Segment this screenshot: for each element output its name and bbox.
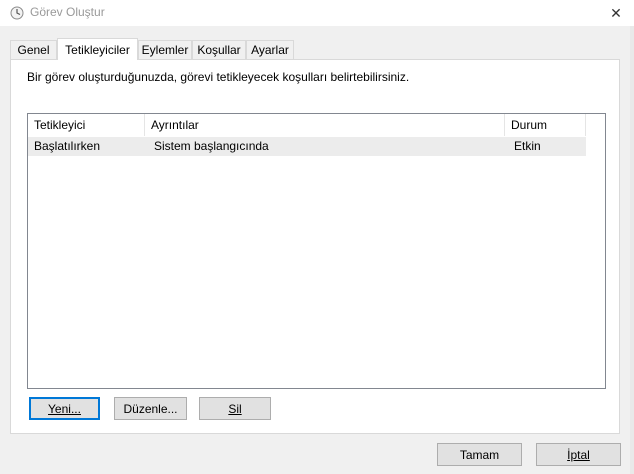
tab-triggers[interactable]: Tetikleyiciler xyxy=(57,38,138,60)
cell-details: Sistem başlangıcında xyxy=(154,139,269,153)
new-button-label: Yeni... xyxy=(48,401,81,416)
table-row[interactable]: Başlatılırken Sistem başlangıcında Etkin xyxy=(28,137,586,156)
tab-general[interactable]: Genel xyxy=(10,40,57,59)
list-header: Tetikleyici Ayrıntılar Durum xyxy=(28,114,586,136)
cancel-button[interactable]: İptal xyxy=(536,443,621,466)
cancel-button-label: İptal xyxy=(567,447,590,462)
edit-button[interactable]: Düzenle... xyxy=(114,397,187,420)
delete-button[interactable]: Sil xyxy=(199,397,271,420)
column-header-status[interactable]: Durum xyxy=(505,114,586,136)
triggers-list[interactable]: Tetikleyici Ayrıntılar Durum Başlatılırk… xyxy=(27,113,606,389)
title-bar: Görev Oluştur ✕ xyxy=(0,0,634,26)
cell-trigger: Başlatılırken xyxy=(34,139,101,153)
column-header-trigger[interactable]: Tetikleyici xyxy=(28,114,145,136)
ok-button-label: Tamam xyxy=(459,447,500,462)
edit-button-label: Düzenle... xyxy=(123,401,178,416)
cell-status: Etkin xyxy=(514,139,541,153)
ok-button[interactable]: Tamam xyxy=(437,443,522,466)
close-button[interactable]: ✕ xyxy=(598,0,634,26)
tab-settings[interactable]: Ayarlar xyxy=(246,40,294,59)
window-edge xyxy=(630,26,634,474)
window-title: Görev Oluştur xyxy=(30,5,105,19)
tab-actions[interactable]: Eylemler xyxy=(138,40,192,59)
tab-conditions[interactable]: Koşullar xyxy=(192,40,246,59)
delete-button-label: Sil xyxy=(228,401,242,416)
description-text: Bir görev oluşturduğunuzda, görevi tetik… xyxy=(27,70,410,84)
column-header-details[interactable]: Ayrıntılar xyxy=(145,114,505,136)
new-button[interactable]: Yeni... xyxy=(29,397,100,420)
clock-icon xyxy=(10,6,24,20)
close-icon: ✕ xyxy=(610,4,622,21)
tab-panel: Bir görev oluşturduğunuzda, görevi tetik… xyxy=(10,59,620,434)
